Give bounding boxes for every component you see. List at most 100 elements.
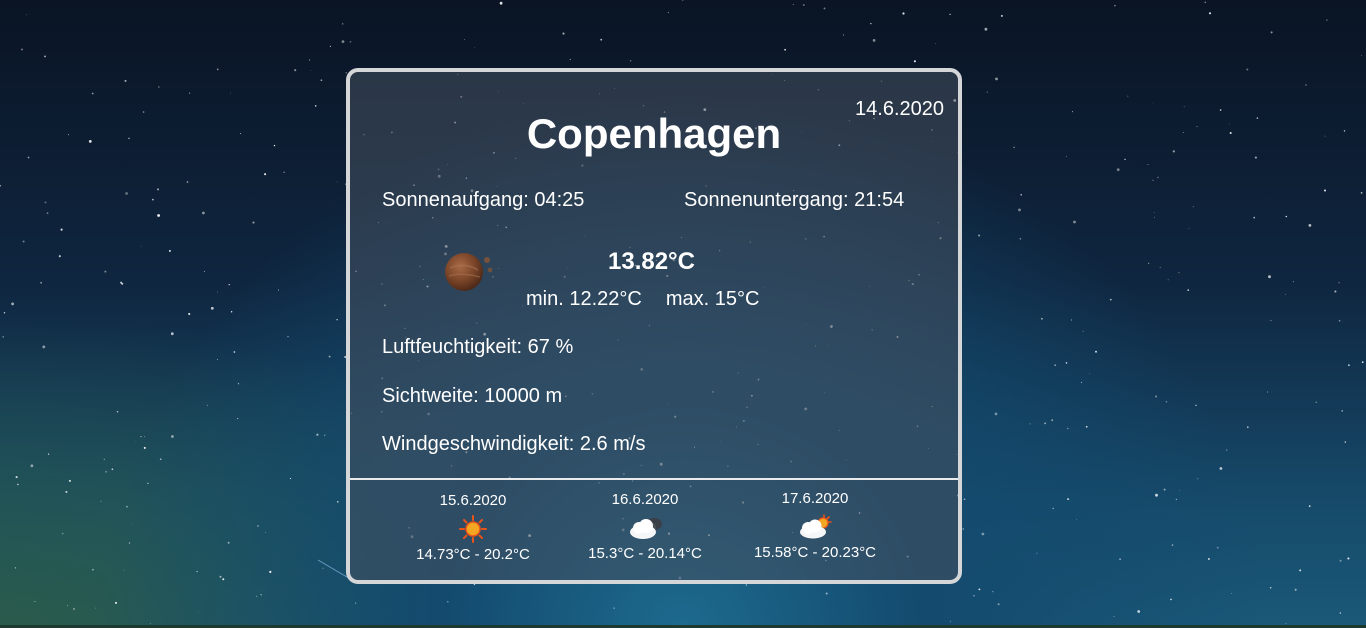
star xyxy=(294,69,297,72)
star xyxy=(65,490,68,493)
star xyxy=(95,607,97,609)
star xyxy=(1041,317,1043,320)
star xyxy=(216,359,218,360)
star xyxy=(1208,12,1212,15)
star xyxy=(1114,4,1116,7)
star xyxy=(143,446,146,449)
star xyxy=(1226,449,1228,451)
star xyxy=(1018,208,1021,212)
star xyxy=(1019,238,1022,240)
star xyxy=(265,532,266,533)
star xyxy=(994,412,998,416)
star xyxy=(322,567,324,569)
star xyxy=(1000,14,1003,17)
star xyxy=(1052,507,1054,510)
star xyxy=(44,201,47,204)
star xyxy=(1247,426,1249,428)
star xyxy=(159,458,162,461)
star xyxy=(237,383,240,385)
star xyxy=(1109,298,1112,301)
star xyxy=(158,86,160,88)
star xyxy=(233,351,236,353)
star xyxy=(1266,391,1269,393)
star xyxy=(1343,130,1346,132)
star xyxy=(15,476,18,479)
star xyxy=(42,345,46,349)
star xyxy=(1246,68,1249,71)
star xyxy=(1137,610,1141,613)
visibility: Sichtweite: 10000 m xyxy=(382,385,563,407)
star xyxy=(1192,206,1194,208)
star xyxy=(600,38,603,41)
star xyxy=(222,578,225,581)
star xyxy=(1067,427,1069,430)
star xyxy=(1188,227,1190,229)
star xyxy=(902,12,905,15)
star xyxy=(1361,361,1364,364)
star xyxy=(329,45,331,47)
star xyxy=(978,234,981,237)
star xyxy=(1152,102,1154,104)
star xyxy=(1308,505,1311,507)
star xyxy=(1159,267,1161,269)
star xyxy=(100,500,102,502)
star xyxy=(1036,552,1038,554)
star xyxy=(355,602,357,604)
star xyxy=(186,181,189,183)
star xyxy=(1179,489,1181,491)
star xyxy=(269,570,272,573)
star xyxy=(1254,156,1257,159)
star xyxy=(336,181,338,183)
star xyxy=(1253,216,1256,219)
star xyxy=(949,620,951,622)
star xyxy=(116,411,119,413)
star xyxy=(111,468,114,471)
star xyxy=(273,144,276,147)
star xyxy=(1095,350,1097,353)
star xyxy=(210,306,214,310)
star xyxy=(1339,559,1342,562)
star xyxy=(1187,289,1190,291)
star xyxy=(1082,330,1084,332)
star xyxy=(126,505,128,508)
star xyxy=(140,245,142,247)
star xyxy=(1148,262,1150,264)
star xyxy=(1076,519,1078,521)
star xyxy=(144,436,146,437)
star xyxy=(14,567,16,569)
star xyxy=(30,464,34,468)
star xyxy=(189,92,191,94)
star xyxy=(745,584,747,586)
star xyxy=(264,173,267,176)
star xyxy=(978,588,981,591)
star xyxy=(1170,598,1172,601)
star xyxy=(1219,109,1222,111)
star xyxy=(171,435,174,438)
star xyxy=(1284,293,1286,295)
star xyxy=(170,332,174,336)
star xyxy=(337,501,339,503)
star xyxy=(125,192,128,195)
star xyxy=(1285,623,1287,625)
star xyxy=(336,318,338,321)
star xyxy=(825,592,828,595)
star xyxy=(1054,364,1057,367)
star xyxy=(1196,126,1198,128)
weather-card: 14.6.2020 Copenhagen Sonnenaufgang: 04:2… xyxy=(346,68,962,584)
star xyxy=(1067,498,1070,501)
star xyxy=(2,336,5,338)
star xyxy=(1219,467,1223,470)
star xyxy=(217,291,219,293)
star xyxy=(1165,400,1168,403)
star xyxy=(287,335,289,338)
star xyxy=(58,255,61,258)
star xyxy=(61,532,64,535)
star xyxy=(1124,158,1126,161)
star xyxy=(1175,498,1178,501)
star xyxy=(34,601,36,603)
star xyxy=(91,568,94,571)
star xyxy=(140,435,142,438)
star xyxy=(1073,220,1076,224)
star xyxy=(1157,176,1159,178)
star xyxy=(202,211,205,215)
